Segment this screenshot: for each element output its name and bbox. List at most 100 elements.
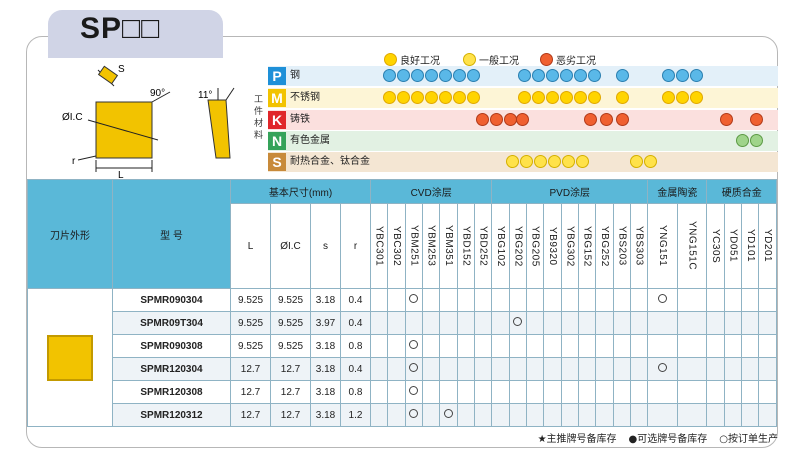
dim-header: r bbox=[340, 203, 371, 289]
made-to-order-icon bbox=[443, 409, 453, 418]
col-model: 型 号 bbox=[112, 179, 231, 289]
dim-cell-L: 12.7 bbox=[230, 403, 271, 427]
footer-dot: ●可选牌号备库存 bbox=[628, 434, 708, 445]
dim-cell-L: 9.525 bbox=[230, 334, 271, 358]
material-badge: P bbox=[268, 67, 286, 85]
grade-cell bbox=[560, 288, 579, 312]
grade-cell bbox=[723, 380, 743, 404]
grade-header: YBC301 bbox=[369, 203, 389, 289]
condition-face-icon bbox=[546, 69, 559, 82]
grade-cell bbox=[508, 311, 527, 335]
condition-face-icon bbox=[532, 91, 545, 104]
insert-diagram: ØI.C L r S 90° 11° bbox=[62, 64, 235, 180]
grade-cell bbox=[612, 380, 631, 404]
made-to-order-icon bbox=[513, 317, 523, 326]
model-cell: SPMR120304 bbox=[112, 357, 231, 381]
grade-cell bbox=[421, 380, 441, 404]
grade-cell bbox=[543, 403, 562, 427]
grade-cell bbox=[706, 380, 725, 404]
s-label: S bbox=[118, 64, 125, 75]
dim-header: ØI.C bbox=[270, 203, 311, 289]
condition-face-icon bbox=[397, 69, 410, 82]
grade-cell bbox=[439, 334, 458, 358]
dim-cell-IC: 12.7 bbox=[270, 357, 311, 381]
condition-face-icon bbox=[411, 69, 424, 82]
grade-cell bbox=[369, 288, 389, 312]
grade-cell bbox=[560, 380, 579, 404]
grade-cell bbox=[439, 288, 458, 312]
grade-cell bbox=[387, 357, 406, 381]
grade-header: YBG252 bbox=[595, 203, 614, 289]
dim-cell-IC: 9.525 bbox=[270, 311, 311, 335]
condition-face-icon bbox=[383, 69, 396, 82]
dim-cell-s: 3.18 bbox=[310, 380, 341, 404]
grade-cell bbox=[404, 334, 423, 358]
grade-cell bbox=[439, 311, 458, 335]
dim-cell-L: 12.7 bbox=[230, 380, 271, 404]
material-row-N: N 有色金属 bbox=[268, 131, 778, 151]
grade-cell bbox=[387, 380, 406, 404]
grade-cell bbox=[369, 357, 389, 381]
grade-cell bbox=[647, 311, 678, 335]
grade-cell bbox=[647, 334, 678, 358]
insert-shape-icon bbox=[47, 334, 93, 381]
grade-cell bbox=[387, 311, 406, 335]
dim-cell-L: 9.525 bbox=[230, 288, 271, 312]
condition-face-icon bbox=[644, 155, 657, 168]
grade-header: YBC302 bbox=[387, 203, 406, 289]
condition-face-icon bbox=[662, 69, 675, 82]
grade-cell bbox=[560, 334, 579, 358]
grade-cell bbox=[595, 403, 614, 427]
grade-cell bbox=[577, 380, 597, 404]
grade-cell bbox=[612, 311, 631, 335]
grade-cell bbox=[723, 288, 743, 312]
legend-normal-label: 一般工况 bbox=[479, 56, 519, 67]
dim-header: L bbox=[230, 203, 271, 289]
grade-cell bbox=[421, 288, 441, 312]
grade-cell bbox=[456, 357, 475, 381]
dim-cell-s: 3.97 bbox=[310, 311, 341, 335]
made-to-order-icon bbox=[409, 363, 419, 372]
material-badge: S bbox=[268, 153, 286, 171]
table-row: SPMR090304 9.525 9.525 3.18 0.4 bbox=[27, 288, 777, 427]
model-cell: SPMR09T304 bbox=[112, 311, 231, 335]
legend-good-label: 良好工况 bbox=[400, 56, 440, 67]
condition-face-icon bbox=[397, 91, 410, 104]
grade-cell bbox=[723, 334, 743, 358]
grade-cell bbox=[491, 380, 510, 404]
table-row: SPMR120304 12.7 12.7 3.18 0.4 bbox=[28, 357, 777, 381]
grade-cell bbox=[508, 334, 527, 358]
condition-face-icon bbox=[548, 155, 561, 168]
grade-cell bbox=[421, 334, 441, 358]
grade-cell bbox=[543, 288, 562, 312]
condition-face-icon bbox=[616, 69, 629, 82]
grade-cell bbox=[525, 380, 545, 404]
grade-cell bbox=[421, 357, 441, 381]
condition-face-icon bbox=[690, 69, 703, 82]
grade-cell bbox=[525, 334, 545, 358]
dim-cell-IC: 9.525 bbox=[270, 288, 311, 312]
condition-face-icon bbox=[690, 91, 703, 104]
grade-cell bbox=[595, 288, 614, 312]
grade-header: YBG205 bbox=[525, 203, 545, 289]
grade-header: YB9320 bbox=[543, 203, 562, 289]
angle-90-label: 90° bbox=[150, 88, 165, 99]
material-name: 有色金属 bbox=[290, 135, 330, 146]
grade-cell bbox=[456, 288, 475, 312]
legend-bad: 恶劣工况 bbox=[540, 52, 596, 67]
grade-cell bbox=[369, 380, 389, 404]
grade-cell bbox=[560, 357, 579, 381]
grade-cell bbox=[543, 357, 562, 381]
dim-cell-L: 12.7 bbox=[230, 357, 271, 381]
grade-cell bbox=[456, 311, 475, 335]
grade-cell bbox=[723, 311, 743, 335]
material-name: 钢 bbox=[290, 70, 300, 81]
grade-cell bbox=[612, 403, 631, 427]
grade-cell bbox=[758, 403, 777, 427]
grade-cell bbox=[404, 357, 423, 381]
grade-header: YBG102 bbox=[491, 203, 510, 289]
grade-header: YNG151C bbox=[676, 203, 708, 289]
condition-face-icon bbox=[453, 91, 466, 104]
table-row: SPMR090308 9.525 9.525 3.18 0.8 bbox=[28, 334, 777, 358]
grade-cell bbox=[439, 403, 458, 427]
